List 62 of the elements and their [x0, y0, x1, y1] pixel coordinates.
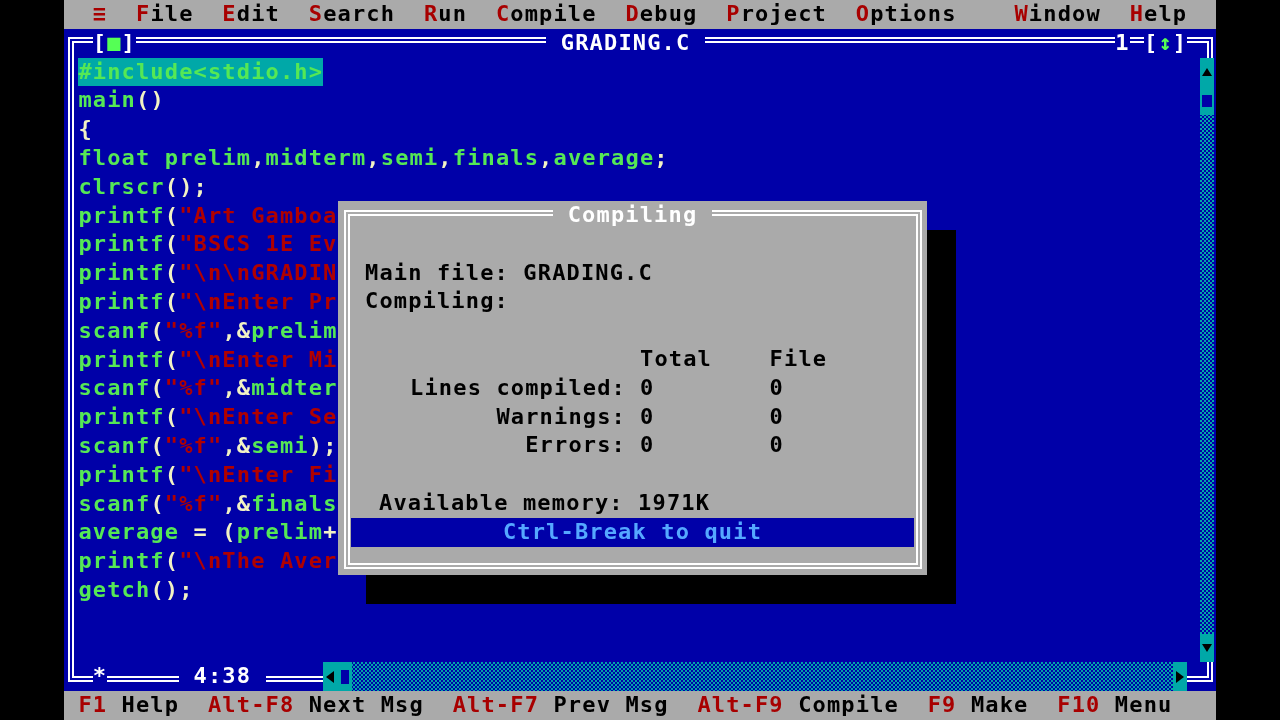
code-line: float prelim,midterm,semi,finals,average; — [78, 144, 669, 172]
main-file-label: Main file: — [365, 258, 509, 287]
code-line: scanf("%f",&midter — [78, 374, 338, 403]
menu-item[interactable]: Search — [294, 0, 410, 29]
stat-label: Warnings: — [495, 402, 626, 431]
menu-item[interactable]: Compile — [481, 0, 612, 29]
quit-hint: Ctrl-Break to quit — [502, 517, 763, 546]
code-line: printf("\nEnter Se — [78, 403, 338, 432]
code-line: scanf("%f",&semi); — [78, 431, 338, 460]
status-item[interactable]: Alt-F7 Prev Msg — [438, 691, 683, 720]
menu-item[interactable]: Window — [1000, 0, 1116, 29]
stat-value: 0 — [640, 431, 656, 460]
stat-value: 0 — [640, 373, 656, 402]
menu-item[interactable]: Edit — [207, 0, 295, 29]
code-line: scanf("%f",&finals — [78, 489, 338, 518]
stat-value: 0 — [769, 402, 784, 431]
code-line: main() — [78, 86, 165, 115]
column-header: Total — [640, 345, 713, 373]
menu-item[interactable]: File — [121, 0, 208, 29]
code-line: printf("\nEnter Fi — [78, 460, 338, 489]
compiling-label: Compiling: — [365, 287, 509, 316]
menu-item[interactable]: Help — [1115, 0, 1202, 29]
stat-label: Lines compiled: — [409, 373, 626, 402]
memory-label: Available memory: — [379, 488, 624, 517]
menu-item[interactable]: P roject — [711, 0, 842, 29]
menu-item[interactable]: Run — [409, 0, 482, 29]
scroll-right-button[interactable] — [1172, 662, 1188, 692]
code-line: average = (prelim+ — [78, 518, 338, 547]
stat-value: 0 — [769, 373, 784, 402]
up-arrow-icon — [1201, 68, 1212, 76]
code-line: scanf("%f",&prelim — [78, 316, 338, 345]
status-item[interactable]: F10 Menu — [1042, 691, 1187, 720]
main-file-name: GRADING.C — [523, 258, 653, 287]
scroll-left-button[interactable] — [323, 662, 338, 692]
code-line: clrscr(); — [78, 172, 208, 201]
code-line: printf("BSCS 1E Ev — [78, 230, 338, 259]
code-line: printf("\nEnter Pr — [78, 287, 338, 316]
code-line: printf("Art Gamboa — [78, 201, 338, 230]
status-item[interactable]: F1 Help — [64, 691, 194, 720]
status-item[interactable]: Alt-F9 Compile — [683, 691, 914, 720]
status-item[interactable]: Alt-F8 Next Msg — [193, 691, 439, 720]
code-line: getch(); — [78, 575, 194, 604]
left-arrow-icon — [326, 670, 335, 683]
down-arrow-icon — [1201, 644, 1212, 652]
code-line: printf("\nEnter Mi — [78, 345, 338, 374]
status-item[interactable]: F9 Make — [913, 691, 1043, 720]
menu-item[interactable]: Options — [841, 0, 971, 29]
column-header: File — [769, 345, 829, 373]
code-line: { — [78, 115, 93, 144]
stat-label: Errors: — [524, 431, 626, 460]
scroll-down-button[interactable] — [1199, 633, 1214, 663]
right-arrow-icon — [1175, 670, 1184, 683]
stat-value: 0 — [769, 431, 784, 460]
horizontal-scrollbar[interactable] — [323, 662, 1188, 692]
scroll-thumb[interactable] — [1199, 86, 1214, 116]
scroll-up-button[interactable] — [1199, 57, 1214, 87]
menu-item[interactable]: Debug — [611, 0, 712, 29]
code-line: printf("\n\nGRADIN — [78, 259, 338, 288]
code-line: printf("\nThe Aver — [78, 547, 338, 576]
vertical-scrollbar[interactable] — [1199, 57, 1214, 663]
memory-value: 1971K — [638, 488, 711, 517]
stat-value: 0 — [640, 402, 656, 431]
